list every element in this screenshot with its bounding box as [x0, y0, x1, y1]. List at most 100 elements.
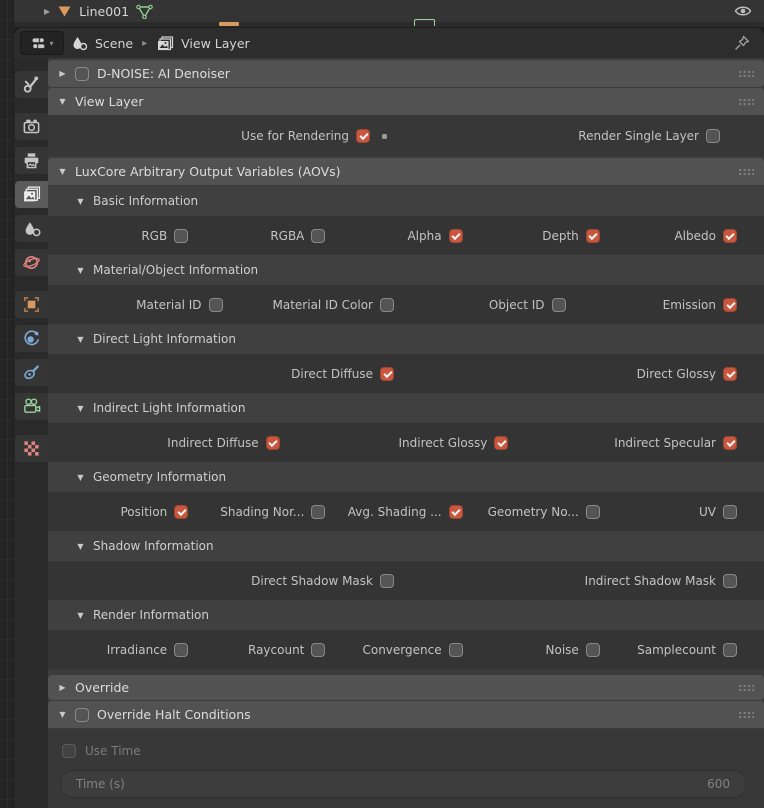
tab-object-data[interactable]: [15, 393, 48, 420]
aov-toggle-material-id-color[interactable]: Material ID Color: [232, 298, 404, 312]
subpanel-header-geometry[interactable]: ▼ Geometry Information: [48, 462, 764, 492]
aov-toggle-direct-glossy[interactable]: Direct Glossy: [403, 367, 746, 381]
aov-toggle-material-id[interactable]: Material ID: [60, 298, 232, 312]
aov-toggle-alpha[interactable]: Alpha: [334, 229, 471, 243]
checkbox[interactable]: [356, 129, 370, 143]
aov-row-indirect-light: Indirect Diffuse Indirect Glossy Indirec…: [48, 423, 764, 462]
checkbox[interactable]: [209, 298, 223, 312]
tab-output[interactable]: [15, 147, 48, 174]
checkbox[interactable]: [586, 229, 600, 243]
panel-grip-handle[interactable]: [738, 167, 754, 177]
tab-scene[interactable]: [15, 215, 48, 242]
use-for-rendering-toggle[interactable]: Use for Rendering: [60, 129, 403, 143]
checkbox[interactable]: [723, 436, 737, 450]
checkbox[interactable]: [552, 298, 566, 312]
object-icon: [22, 295, 41, 314]
decorator-dot-icon[interactable]: [382, 134, 387, 139]
subpanel-header-direct-light[interactable]: ▼ Direct Light Information: [48, 324, 764, 354]
aov-toggle-avg-shading-normal[interactable]: Avg. Shading ...: [334, 505, 471, 519]
checkbox[interactable]: [586, 505, 600, 519]
tab-object[interactable]: [15, 291, 48, 318]
aov-toggle-albedo[interactable]: Albedo: [609, 229, 746, 243]
aov-toggle-shading-normal[interactable]: Shading Nor...: [197, 505, 334, 519]
expand-arrow-icon[interactable]: ▶: [44, 7, 50, 16]
panel-header-halt-conditions[interactable]: ▼ Override Halt Conditions: [48, 701, 764, 728]
checkbox[interactable]: [449, 229, 463, 243]
panel-grip-handle[interactable]: [738, 69, 754, 79]
checkbox[interactable]: [174, 643, 188, 657]
checkbox[interactable]: [311, 505, 325, 519]
aov-toggle-convergence[interactable]: Convergence: [334, 643, 471, 657]
pin-icon[interactable]: [734, 35, 750, 51]
aov-toggle-indirect-diffuse[interactable]: Indirect Diffuse: [60, 436, 289, 450]
checkbox[interactable]: [380, 367, 394, 381]
aov-toggle-emission[interactable]: Emission: [575, 298, 747, 312]
aov-toggle-raycount[interactable]: Raycount: [197, 643, 334, 657]
checkbox[interactable]: [723, 298, 737, 312]
tab-physics[interactable]: [15, 325, 48, 352]
aov-toggle-direct-diffuse[interactable]: Direct Diffuse: [60, 367, 403, 381]
aov-toggle-object-id[interactable]: Object ID: [403, 298, 575, 312]
checkbox[interactable]: [723, 574, 737, 588]
aov-toggle-indirect-glossy[interactable]: Indirect Glossy: [289, 436, 518, 450]
aov-toggle-position[interactable]: Position: [60, 505, 197, 519]
checkbox[interactable]: [266, 436, 280, 450]
outliner-row-line001[interactable]: ▶ Line001: [14, 0, 764, 22]
tab-constraints[interactable]: [15, 359, 48, 386]
checkbox[interactable]: [311, 229, 325, 243]
checkbox[interactable]: [723, 505, 737, 519]
tab-render[interactable]: [15, 113, 48, 140]
panel-grip-handle[interactable]: [738, 97, 754, 107]
checkbox[interactable]: [706, 129, 720, 143]
world-icon: [22, 253, 41, 272]
checkbox[interactable]: [723, 229, 737, 243]
properties-editor: ▾ Scene ▸ View Layer: [14, 28, 764, 808]
aov-toggle-irradiance[interactable]: Irradiance: [60, 643, 197, 657]
checkbox[interactable]: [494, 436, 508, 450]
tab-tool[interactable]: [15, 71, 48, 98]
checkbox[interactable]: [449, 643, 463, 657]
tab-world[interactable]: [15, 249, 48, 276]
subpanel-header-shadow[interactable]: ▼ Shadow Information: [48, 531, 764, 561]
aov-toggle-geometry-normal[interactable]: Geometry No...: [472, 505, 609, 519]
panel-grip-handle[interactable]: [738, 710, 754, 720]
aov-toggle-uv[interactable]: UV: [609, 505, 746, 519]
aov-toggle-indirect-specular[interactable]: Indirect Specular: [517, 436, 746, 450]
checkbox[interactable]: [723, 367, 737, 381]
dnoise-enable-checkbox[interactable]: [75, 67, 89, 81]
checkbox[interactable]: [449, 505, 463, 519]
subpanel-header-render-info[interactable]: ▼ Render Information: [48, 600, 764, 630]
aov-label: Direct Shadow Mask: [251, 574, 373, 588]
panel-header-view-layer[interactable]: ▼ View Layer: [48, 88, 764, 115]
tab-view-layer[interactable]: [15, 181, 48, 208]
aov-label: Material ID: [136, 298, 201, 312]
aov-toggle-indirect-shadow-mask[interactable]: Indirect Shadow Mask: [403, 574, 746, 588]
checkbox[interactable]: [380, 298, 394, 312]
aov-toggle-rgb[interactable]: RGB: [60, 229, 197, 243]
panel-header-aovs[interactable]: ▼ LuxCore Arbitrary Output Variables (AO…: [48, 158, 764, 185]
checkbox[interactable]: [174, 505, 188, 519]
aov-label: RGB: [141, 229, 167, 243]
subpanel-header-material-object[interactable]: ▼ Material/Object Information: [48, 255, 764, 285]
checkbox[interactable]: [723, 643, 737, 657]
panel-grip-handle[interactable]: [738, 683, 754, 693]
aov-toggle-depth[interactable]: Depth: [472, 229, 609, 243]
visibility-eye-icon[interactable]: [734, 5, 752, 17]
aov-toggle-noise[interactable]: Noise: [472, 643, 609, 657]
subpanel-header-indirect-light[interactable]: ▼ Indirect Light Information: [48, 393, 764, 423]
checkbox[interactable]: [380, 574, 394, 588]
checkbox[interactable]: [586, 643, 600, 657]
halt-enable-checkbox[interactable]: [75, 708, 89, 722]
aov-toggle-direct-shadow-mask[interactable]: Direct Shadow Mask: [60, 574, 403, 588]
outliner-item-label[interactable]: Line001: [79, 4, 129, 19]
tab-texture[interactable]: [15, 435, 48, 462]
editor-type-button[interactable]: ▾: [20, 31, 64, 55]
subpanel-header-basic-information[interactable]: ▼ Basic Information: [48, 186, 764, 216]
aov-toggle-samplecount[interactable]: Samplecount: [609, 643, 746, 657]
aov-toggle-rgba[interactable]: RGBA: [197, 229, 334, 243]
panel-header-dnoise[interactable]: ▶ D-NOISE: AI Denoiser: [48, 60, 764, 87]
checkbox[interactable]: [311, 643, 325, 657]
render-single-layer-toggle[interactable]: Render Single Layer: [403, 129, 746, 143]
checkbox[interactable]: [174, 229, 188, 243]
panel-header-override[interactable]: ▶ Override: [48, 675, 764, 700]
